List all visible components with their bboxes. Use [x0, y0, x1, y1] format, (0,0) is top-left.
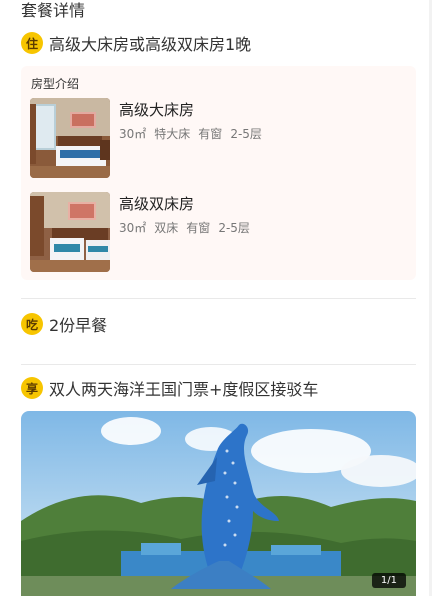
room-package-row: 住 高级大床房或高级双床房1晚 [21, 31, 251, 55]
room-bed: 特大床 [154, 127, 191, 141]
room-type-panel: 房型介绍 高级大床房 30㎡ 特大床 有窗 2-5层 高级双床房 30㎡ 双床 … [21, 66, 416, 280]
meal-package-row: 吃 2份早餐 [21, 312, 107, 336]
enjoy-badge-icon: 享 [21, 377, 43, 399]
photo-counter: 1/1 [371, 573, 406, 588]
room-item-twin[interactable]: 高级双床房 30㎡ 双床 有窗 2-5层 [30, 192, 410, 272]
section-divider [21, 364, 416, 365]
section-title: 套餐详情 [21, 1, 86, 20]
meal-badge-icon: 吃 [21, 313, 43, 335]
meal-package-text: 2份早餐 [49, 316, 108, 335]
room-bed: 双床 [154, 221, 179, 235]
ocean-kingdom-photo[interactable]: 1/1 [21, 411, 416, 596]
room-floor: 2-5层 [218, 221, 250, 235]
room-meta: 30㎡ 双床 有窗 2-5层 [119, 219, 250, 236]
stay-badge-icon: 住 [21, 32, 43, 54]
room-name: 高级双床房 [119, 195, 195, 213]
section-divider [21, 298, 416, 299]
fun-package-row: 享 双人两天海洋王国门票+度假区接驳车 [21, 376, 318, 400]
room-window: 有窗 [186, 221, 211, 235]
room-area: 30㎡ [119, 221, 147, 235]
room-photo-king[interactable] [30, 98, 110, 178]
room-name: 高级大床房 [119, 101, 195, 119]
room-meta: 30㎡ 特大床 有窗 2-5层 [119, 125, 262, 142]
room-package-text: 高级大床房或高级双床房1晚 [49, 35, 252, 54]
room-area: 30㎡ [119, 127, 147, 141]
fun-package-text: 双人两天海洋王国门票+度假区接驳车 [49, 380, 319, 399]
room-photo-twin[interactable] [30, 192, 110, 272]
room-floor: 2-5层 [230, 127, 262, 141]
room-window: 有窗 [198, 127, 223, 141]
room-item-king[interactable]: 高级大床房 30㎡ 特大床 有窗 2-5层 [30, 98, 410, 178]
room-type-panel-title: 房型介绍 [31, 77, 80, 91]
